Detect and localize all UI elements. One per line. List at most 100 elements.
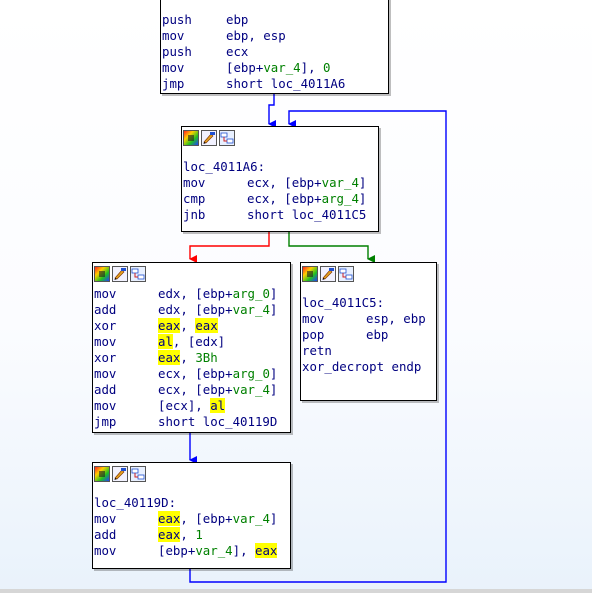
code-line[interactable] [94, 485, 290, 495]
code-line[interactable]: mov ecx, [ebp+var_4] [183, 175, 378, 191]
code-line[interactable]: push ecx [162, 44, 388, 60]
highlighted-register: eax [255, 543, 278, 558]
code-line[interactable]: jnb short loc_4011C5 [183, 207, 378, 223]
mnemonic: cmp [183, 191, 206, 206]
operand-text: loc_40119D: [94, 495, 177, 510]
code-line[interactable]: mov al, [edx] [94, 334, 290, 350]
code-line[interactable]: loc_40119D: [94, 495, 290, 511]
operand-text: ] [269, 511, 278, 526]
mnemonic: mov [302, 311, 325, 326]
edit-node-icon[interactable] [320, 266, 336, 282]
operand-text: ] [269, 302, 278, 317]
edge-true-branch [288, 231, 375, 263]
stack-variable: arg_0 [232, 286, 270, 301]
code-line[interactable]: mov [ebp+var_4], eax [94, 543, 290, 559]
code-line[interactable]: jmp short loc_40119D [94, 414, 290, 430]
edit-node-icon[interactable] [201, 130, 217, 146]
mnemonic: jnb [183, 207, 206, 222]
code-line[interactable]: mov edx, [ebp+arg_0] [94, 286, 290, 302]
code-line[interactable]: mov ebp, esp [162, 28, 388, 44]
code-line[interactable]: xor eax, eax [94, 318, 290, 334]
group-node-icon[interactable] [130, 266, 146, 282]
group-node-icon[interactable] [338, 266, 354, 282]
code-block-decrypt-body[interactable]: mov edx, [ebp+arg_0] add edx, [ebp+var_4] xo… [92, 262, 291, 433]
mnemonic: mov [94, 334, 117, 349]
mnemonic: jmp [94, 414, 117, 429]
operand-text: ecx, [ebp+ [247, 191, 322, 206]
mnemonic: mov [94, 398, 117, 413]
code-line[interactable]: mov [ecx], al [94, 398, 290, 414]
mnemonic: mov [183, 175, 206, 190]
code-line[interactable]: add eax, 1 [94, 527, 290, 543]
mnemonic: xor [94, 318, 117, 333]
operand-text: ebp [366, 327, 389, 342]
edit-node-icon[interactable] [112, 266, 128, 282]
operand-text: ] [269, 286, 278, 301]
code-block-loc_40119D[interactable]: loc_40119D: mov eax, [ebp+var_4] add eax, 1m… [92, 462, 291, 569]
code-line[interactable]: add ecx, [ebp+var_4] [94, 382, 290, 398]
mnemonic: mov [94, 366, 117, 381]
operand-text: edx, [ebp+ [158, 286, 233, 301]
code-line[interactable]: loc_4011A6: [183, 159, 378, 175]
operand-text: [ecx], [158, 398, 211, 413]
mnemonic: xor [94, 350, 117, 365]
code-line[interactable]: pop ebp [302, 327, 436, 343]
edit-node-icon[interactable] [112, 466, 128, 482]
immediate-value: 1 [195, 527, 203, 542]
block-header [301, 263, 436, 285]
graph-color-icon[interactable] [94, 466, 110, 482]
mnemonic: mov [94, 286, 117, 301]
highlighted-register: eax [158, 318, 181, 333]
code-line[interactable]: jmp short loc_4011A6 [162, 76, 388, 92]
code-line[interactable]: xor eax, 3Bh [94, 350, 290, 366]
stack-variable: var_4 [321, 175, 359, 190]
code-line[interactable]: push ebp [162, 12, 388, 28]
operand-text: short loc_40119D [158, 414, 278, 429]
group-node-icon[interactable] [130, 466, 146, 482]
stack-variable: var_4 [263, 60, 301, 75]
stack-variable: arg_4 [321, 191, 359, 206]
code-line[interactable]: mov [ebp+var_4], 0 [162, 60, 388, 76]
operand-text: , [180, 527, 196, 542]
highlighted-register: eax [158, 350, 181, 365]
code-block-loc_4011C5[interactable]: loc_4011C5: mov esp, ebp pop ebp retn xor_decr… [300, 262, 437, 401]
block-header [93, 463, 290, 485]
stack-variable: var_4 [232, 302, 270, 317]
graph-color-icon[interactable] [183, 130, 199, 146]
code-line[interactable]: cmp ecx, [ebp+arg_4] [183, 191, 378, 207]
block-code: mov edx, [ebp+arg_0] add edx, [ebp+var_4] xo… [93, 285, 290, 430]
operand-text: ] [269, 382, 278, 397]
code-block-loc_4011A6[interactable]: loc_4011A6: mov ecx, [ebp+var_4] cmp ecx, [e… [181, 126, 379, 232]
mnemonic: add [94, 382, 117, 397]
graph-color-icon[interactable] [302, 266, 318, 282]
code-block-entry[interactable]: push ebp mov ebp, esp push ecx mov [ebp+var_4],… [160, 0, 389, 94]
highlighted-register: eax [158, 527, 181, 542]
operand-text: ] [358, 175, 367, 190]
group-node-icon[interactable] [219, 130, 235, 146]
code-line[interactable] [183, 149, 378, 159]
code-line[interactable]: mov ecx, [ebp+arg_0] [94, 366, 290, 382]
code-line[interactable]: retn [302, 343, 436, 359]
horizontal-scrollbar[interactable] [0, 589, 592, 593]
highlighted-register: eax [158, 511, 181, 526]
code-line[interactable] [302, 285, 436, 295]
code-line[interactable]: mov eax, [ebp+var_4] [94, 511, 290, 527]
highlighted-register: eax [195, 318, 218, 333]
edge-entry-to-loop [268, 94, 276, 128]
immediate-value: 3Bh [195, 350, 218, 365]
graph-color-icon[interactable] [94, 266, 110, 282]
operand-text: , [edx] [172, 334, 226, 349]
operand-text: ebp [226, 12, 249, 27]
code-line[interactable]: add edx, [ebp+var_4] [94, 302, 290, 318]
mnemonic: add [94, 302, 117, 317]
operand-text: ecx, [ebp+ [158, 382, 233, 397]
operand-text: edx, [ebp+ [158, 302, 233, 317]
operand-text: xor_decropt endp [302, 359, 422, 374]
code-line[interactable]: mov esp, ebp [302, 311, 436, 327]
mnemonic: push [162, 12, 192, 27]
graph-canvas[interactable]: push ebp mov ebp, esp push ecx mov [ebp+var_4],… [0, 0, 592, 593]
mnemonic: retn [302, 343, 332, 358]
operand-text: ], [300, 60, 324, 75]
code-line[interactable]: xor_decropt endp [302, 359, 436, 375]
code-line[interactable]: loc_4011C5: [302, 295, 436, 311]
